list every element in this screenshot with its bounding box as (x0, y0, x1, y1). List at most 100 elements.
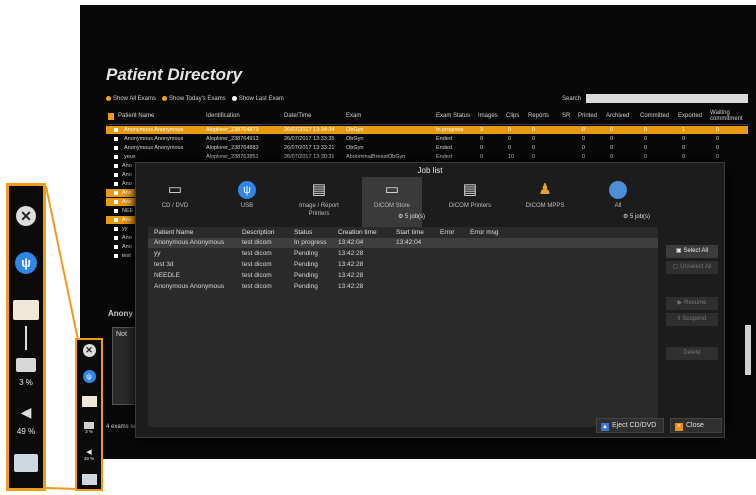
printer-tool[interactable]: 3 % (77, 422, 101, 434)
column-header[interactable]: Printed (578, 113, 597, 119)
column-header[interactable]: Clips (506, 113, 519, 119)
table-row[interactable]: yy (106, 225, 136, 233)
report-icon (13, 300, 39, 320)
search-input[interactable] (586, 94, 748, 103)
column-header[interactable]: Creation time (338, 229, 377, 236)
table-row[interactable]: yeux Aloplorer_238763851 26/07/2017 13:3… (106, 153, 748, 161)
job-patient: NEEDLE (154, 272, 181, 279)
delete-button[interactable]: Delete (666, 347, 718, 360)
disc-icon: ✕ (82, 344, 96, 357)
button-label: Suspend (682, 316, 707, 322)
exams-selected-count: 4 exams se (106, 424, 137, 430)
cd-eject-tool[interactable]: ✕ (9, 206, 43, 226)
dest-label: DICOM MPPS (525, 203, 565, 209)
row-marker-icon (114, 137, 118, 141)
search-label: Search (562, 96, 582, 102)
cd-eject-tool[interactable]: ✕ (77, 344, 101, 357)
column-header[interactable]: Committed (640, 113, 669, 119)
row-patient-name: Ano (122, 163, 132, 169)
printer-tool[interactable]: 3 % (9, 358, 43, 390)
job-row[interactable]: yy test dicom Pending 13:42:28 (148, 249, 658, 259)
column-header[interactable]: Start time (396, 229, 424, 236)
column-header[interactable]: Exported (678, 113, 702, 119)
row-datetime: 26/07/2017 13:33:21 (284, 145, 335, 151)
column-header[interactable]: SR (562, 113, 570, 119)
usb-tool[interactable]: ψ (9, 252, 43, 274)
table-row[interactable]: Ano (106, 171, 136, 179)
column-header[interactable]: Patient Name (118, 113, 154, 119)
report-tool[interactable] (77, 396, 101, 407)
select-all-button[interactable]: ▣ Select All (666, 245, 718, 258)
dest-dicom-printers[interactable]: ▤ DICOM Printers (438, 177, 502, 227)
dest-dicom-mpps[interactable]: ♟ DICOM MPPS (512, 177, 578, 227)
row-identification: Aloplorer_238764883 (206, 145, 259, 151)
job-row[interactable]: test 3d test dicom Pending 13:42:28 (148, 260, 658, 270)
row-exam: AbdominalBreastObGyn (346, 154, 406, 160)
filter-last-exam[interactable]: Show Last Exam (231, 96, 284, 102)
column-header[interactable]: Waiting commitment (710, 110, 748, 122)
row-marker-icon (114, 254, 118, 258)
table-row[interactable]: Ano (106, 243, 136, 251)
image-tool[interactable] (77, 474, 101, 485)
column-header[interactable]: Date/Time (284, 113, 311, 119)
volume-tool[interactable]: ◀ 49 % (77, 448, 101, 461)
row-clips: 0 (508, 127, 512, 133)
filter-all-exams[interactable]: Show All Exams (106, 96, 156, 102)
dest-cd-dvd[interactable]: ▭ CD / DVD (144, 177, 206, 227)
unselect-all-button[interactable]: ▢ Unselect All (666, 261, 718, 274)
table-row[interactable]: Anonymous Anonymous Aloplorer_238764883 … (106, 144, 748, 152)
table-row[interactable]: Ano (106, 180, 136, 188)
column-header[interactable]: Patient Name (154, 229, 193, 236)
usb-tool[interactable]: ψ (77, 370, 101, 383)
separator-line (25, 326, 27, 350)
column-header[interactable]: Identification (206, 113, 240, 119)
table-row[interactable]: Ano (106, 162, 136, 170)
row-patient-name: yy (122, 226, 128, 232)
job-row[interactable]: Anonymous Anonymous test dicom Pending 1… (148, 282, 658, 292)
table-row[interactable]: NEE (106, 207, 136, 215)
column-header[interactable]: Images (478, 113, 498, 119)
row-printed: 0 (582, 127, 586, 133)
resume-button[interactable]: ▶ Resume (666, 297, 718, 310)
column-header[interactable]: Status (294, 229, 312, 236)
scrollbar[interactable] (745, 325, 751, 375)
column-header[interactable]: Exam Status (436, 113, 470, 119)
row-committed: 0 (644, 136, 648, 142)
column-header[interactable]: Error msg (470, 229, 499, 236)
column-header[interactable]: Error (440, 229, 454, 236)
table-row[interactable]: Ano (106, 198, 136, 206)
eject-cd-dvd-button[interactable]: ▲ Eject CD/DVD (596, 418, 664, 433)
job-description: test dicom (242, 261, 272, 268)
table-row[interactable]: Ano (106, 234, 136, 242)
row-marker-icon (114, 227, 118, 231)
dest-printers[interactable]: ▤ Image / Report Printers (288, 177, 350, 227)
table-row[interactable]: test (106, 252, 136, 260)
column-header[interactable]: Exam (346, 113, 361, 119)
column-header[interactable]: Archived (606, 113, 629, 119)
job-count-text: 5 job(s) (630, 214, 651, 220)
table-row[interactable]: Ano (106, 189, 136, 197)
row-patient-name: Ano (122, 244, 132, 250)
table-row[interactable]: Anonymous Anonymous Aloplorer_238764873 … (106, 126, 748, 134)
job-row[interactable]: Anonymous Anonymous test dicom In progre… (148, 238, 658, 248)
dest-usb[interactable]: ψ USB (216, 177, 278, 227)
button-label: Delete (683, 350, 701, 356)
row-patient-name: Anonymous Anonymous (124, 136, 184, 142)
row-marker-icon (114, 245, 118, 249)
row-clips: 10 (508, 154, 515, 160)
jobs-table-header: Patient Name Description Status Creation… (148, 227, 658, 237)
table-row[interactable]: Anonymous Anonymous Aloplorer_238764913 … (106, 135, 748, 143)
table-row[interactable]: Ano (106, 216, 136, 224)
suspend-button[interactable]: ‖ Suspend (666, 313, 718, 326)
row-identification: Aloplorer_238764873 (206, 127, 259, 133)
volume-tool[interactable]: ◀ 49 % (9, 404, 43, 439)
filter-todays-exams[interactable]: Show Today's Exams (162, 96, 226, 102)
column-header[interactable]: Reports (528, 113, 549, 119)
job-row[interactable]: NEEDLE test dicom Pending 13:42:28 (148, 271, 658, 281)
image-tool[interactable] (9, 454, 43, 472)
close-button[interactable]: × Close (670, 418, 722, 433)
column-header[interactable]: Description (242, 229, 275, 236)
lock-icon (108, 113, 114, 120)
preview-label: Not (116, 331, 127, 338)
report-tool[interactable] (9, 300, 43, 320)
